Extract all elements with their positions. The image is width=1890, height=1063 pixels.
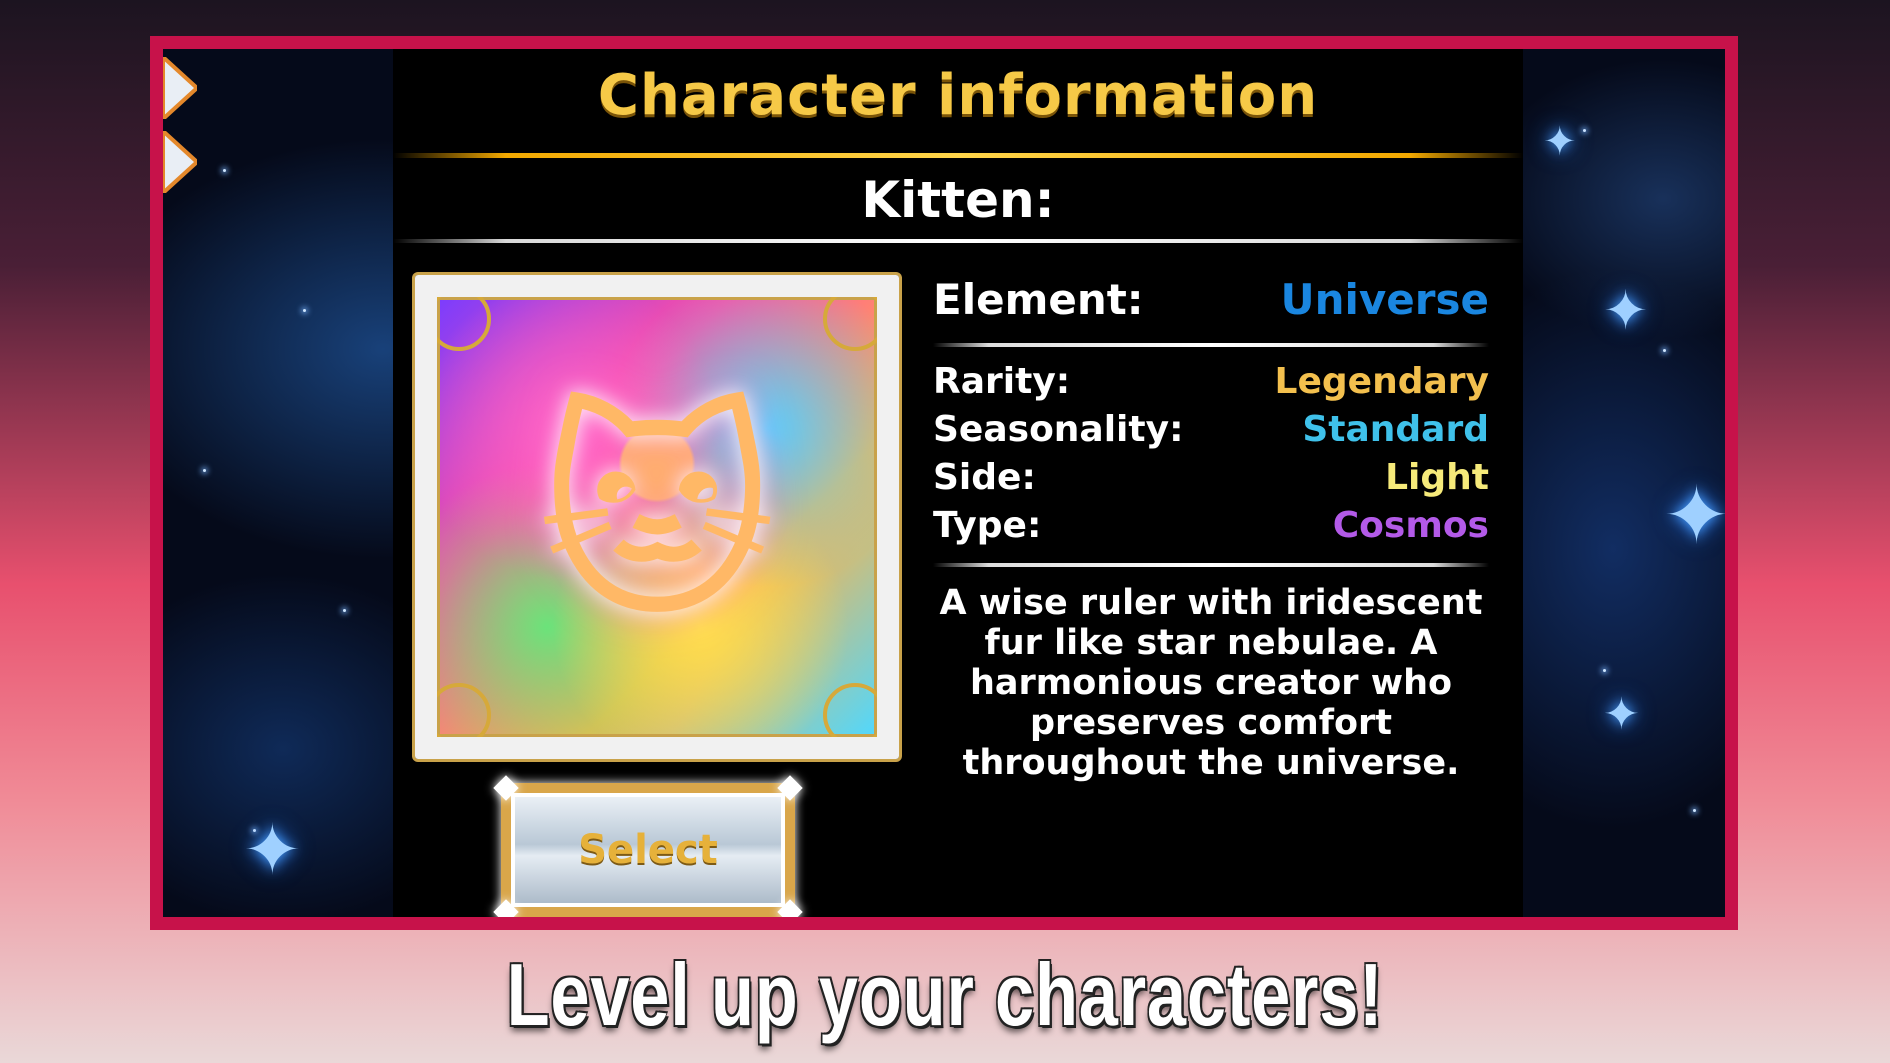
gem-icon <box>777 775 803 801</box>
stat-row-type: Type: Cosmos <box>933 505 1489 553</box>
stats-divider <box>933 343 1489 347</box>
stat-value-seasonality: Standard <box>1302 409 1489 450</box>
character-portrait: 🐱 <box>415 275 899 759</box>
stat-label: Rarity: <box>933 361 1071 402</box>
sparkle-icon: ✦ <box>1543 119 1577 165</box>
frame-ornament <box>437 297 491 351</box>
frame-ornament <box>437 683 491 737</box>
star-decoration <box>1663 349 1666 352</box>
title-divider <box>393 153 1523 158</box>
stat-value-type: Cosmos <box>1332 505 1489 546</box>
stat-label: Side: <box>933 457 1036 498</box>
star-decoration <box>1583 129 1586 132</box>
gem-icon <box>777 899 803 917</box>
sparkle-icon: ✦ <box>1663 469 1725 562</box>
stat-label: Type: <box>933 505 1042 546</box>
gem-icon <box>493 775 519 801</box>
kitten-portrait-icon: 🐱 <box>537 383 777 650</box>
page-title: Character information <box>597 63 1319 128</box>
star-decoration <box>343 609 346 612</box>
stat-value-side: Light <box>1385 457 1489 498</box>
chevron-right-icon <box>163 128 200 196</box>
stat-value-element: Universe <box>1280 275 1489 324</box>
name-divider <box>393 239 1523 243</box>
frame-ornament <box>823 297 877 351</box>
stat-row-side: Side: Light <box>933 457 1489 505</box>
star-decoration <box>223 169 226 172</box>
star-decoration <box>303 309 306 312</box>
stat-row-rarity: Rarity: Legendary <box>933 361 1489 409</box>
game-frame: ✦ ✦ ✦ ✦ ✦ Character information Kitten: <box>150 36 1738 930</box>
character-panel: Character information Kitten: 🐱 Element:… <box>393 49 1523 917</box>
stats-panel: Element: Universe Rarity: Legendary Seas… <box>933 275 1489 783</box>
sparkle-icon: ✦ <box>1603 279 1649 342</box>
sparkle-icon: ✦ <box>1603 689 1640 740</box>
stat-row-seasonality: Seasonality: Standard <box>933 409 1489 457</box>
stats-divider <box>933 563 1489 567</box>
select-button-label: Select <box>578 827 718 873</box>
stat-value-rarity: Legendary <box>1274 361 1489 402</box>
frame-ornament <box>823 683 877 737</box>
character-description: A wise ruler with iridescent fur like st… <box>939 583 1483 783</box>
stat-row-element: Element: Universe <box>933 275 1489 337</box>
select-button[interactable]: Select <box>493 775 803 917</box>
side-nav-button[interactable] <box>163 54 200 122</box>
gem-icon <box>493 899 519 917</box>
character-name: Kitten: <box>861 171 1055 229</box>
star-decoration <box>1603 669 1606 672</box>
star-decoration <box>1693 809 1696 812</box>
stat-label: Seasonality: <box>933 409 1184 450</box>
sparkle-icon: ✦ <box>243 809 302 891</box>
promo-banner: Level up your characters! <box>506 945 1384 1044</box>
side-nav-button[interactable] <box>163 128 200 196</box>
stat-label: Element: <box>933 275 1144 324</box>
chevron-right-icon <box>163 54 200 122</box>
space-background: ✦ ✦ ✦ ✦ ✦ Character information Kitten: <box>163 49 1725 917</box>
star-decoration <box>203 469 206 472</box>
